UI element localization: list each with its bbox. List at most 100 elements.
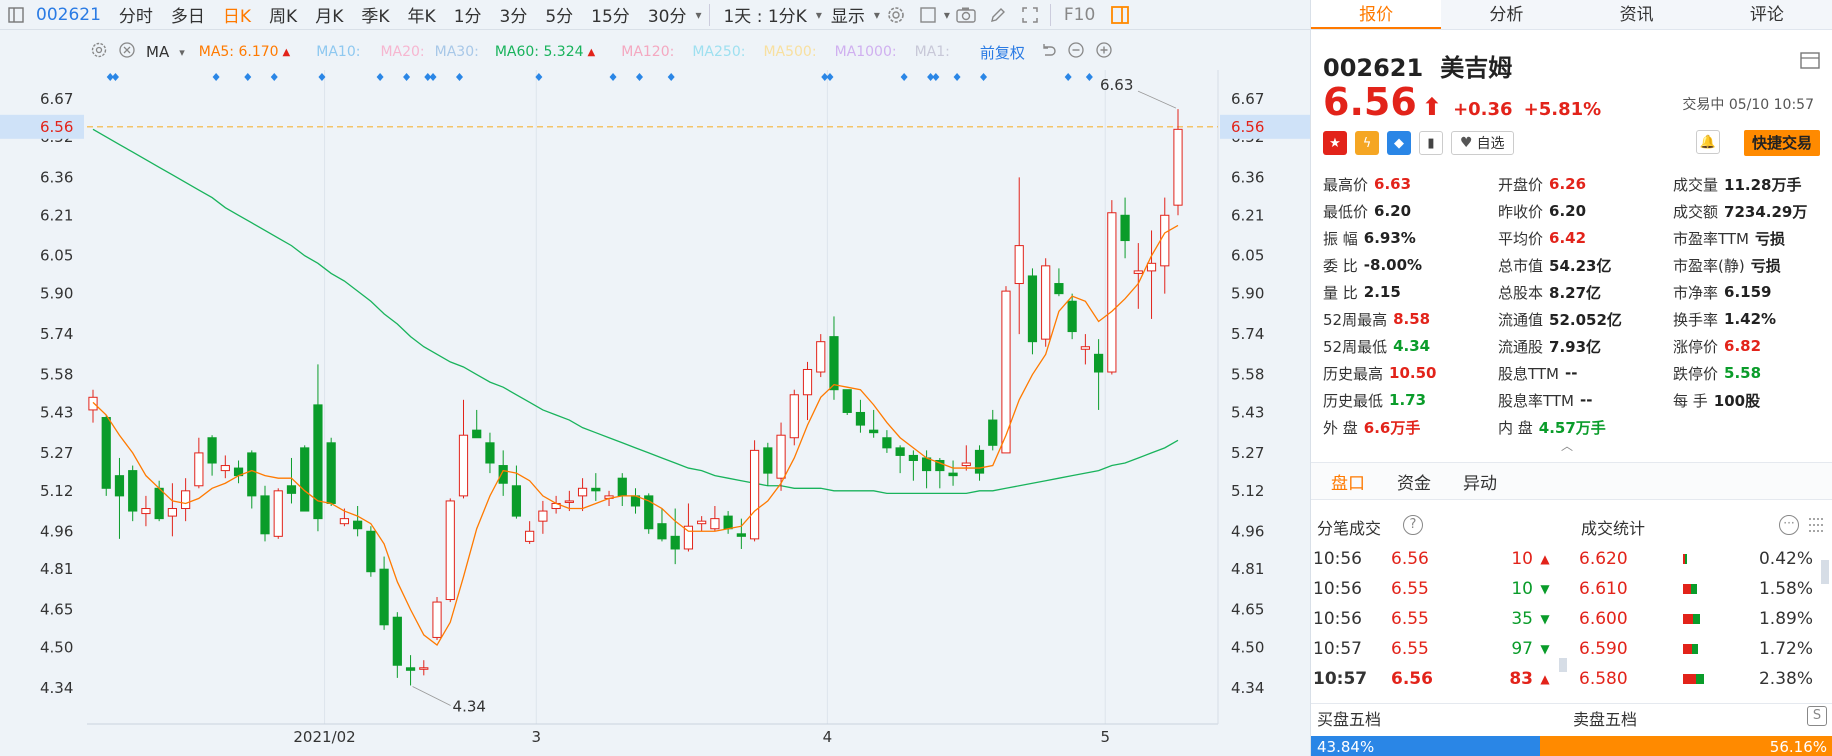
x-tick-label: 5	[1100, 728, 1110, 746]
volstat-price: 6.590	[1579, 639, 1628, 659]
china-flag-icon[interactable]: ★	[1323, 131, 1347, 155]
period-multiday[interactable]: 多日	[162, 2, 214, 27]
price-change-pct: +5.81%	[1523, 99, 1602, 120]
tick-price: 6.55	[1391, 639, 1429, 659]
stat-value: 6.26	[1549, 175, 1587, 193]
close-icon[interactable]	[118, 41, 136, 63]
y-tick-label-left: 6.21	[40, 206, 73, 224]
candle-body	[882, 437, 892, 449]
y-tick-label-right: 6.21	[1231, 206, 1264, 224]
zoom-in-icon[interactable]	[1095, 41, 1113, 63]
stat-label: 市净率	[1673, 283, 1719, 302]
tab-analysis[interactable]: 分析	[1441, 0, 1571, 29]
period-monthly[interactable]: 月K	[306, 2, 352, 27]
stat-value: 6.82	[1724, 337, 1762, 355]
chevron-up-icon[interactable]: ︿	[1561, 437, 1573, 454]
scrollbar[interactable]	[1821, 560, 1829, 584]
panel-toggle-icon[interactable]	[1107, 2, 1133, 28]
add-watchlist-button[interactable]: ♥ 自选	[1451, 131, 1514, 155]
stat-label: 平均价	[1498, 229, 1544, 248]
display-menu[interactable]: 显示	[822, 2, 874, 27]
bookmark-icon[interactable]: ▮	[1419, 131, 1443, 155]
fullscreen-icon[interactable]	[1017, 2, 1043, 28]
volstat-bar	[1683, 674, 1743, 684]
period-1min[interactable]: 1分	[445, 2, 491, 27]
camera-icon[interactable]	[953, 2, 979, 28]
period-30min[interactable]: 30分	[639, 2, 696, 27]
ma500-label: MA500:	[763, 44, 817, 60]
more-icon[interactable]: ···	[1779, 515, 1799, 535]
fast-trade-button[interactable]: 快捷交易	[1743, 130, 1820, 156]
tab-orderbook[interactable]: 盘口	[1331, 469, 1365, 494]
tag-icon[interactable]: ◆	[1387, 131, 1411, 155]
layout-square-icon[interactable]	[915, 2, 941, 28]
volstat-row: 6.610 1.58%	[1573, 574, 1823, 604]
period-15min[interactable]: 15分	[582, 2, 639, 27]
y-tick-label-right: 6.67	[1231, 90, 1264, 108]
period-weekly[interactable]: 周K	[260, 2, 306, 27]
period-3min[interactable]: 3分	[491, 2, 537, 27]
chevron-down-icon[interactable]: ▾	[695, 8, 701, 22]
candle-body	[498, 465, 508, 484]
adjust-select[interactable]: 前复权	[980, 42, 1025, 63]
candle-body	[855, 411, 866, 426]
layout-icon[interactable]	[1800, 52, 1820, 74]
tick-list: 10:56 6.56 10 ▲ 10:56 6.55 10 ▼ 10:56 6.55 35 ▼ 10:5…	[1311, 544, 1571, 694]
candle-body	[577, 487, 588, 497]
stat-value: 7.93亿	[1549, 337, 1602, 356]
pencil-icon[interactable]	[985, 2, 1011, 28]
list-icon[interactable]	[1807, 516, 1827, 538]
stat-value: 1.42%	[1724, 310, 1777, 328]
candle-body	[405, 667, 416, 671]
gear-icon[interactable]	[883, 2, 909, 28]
stat-item: 市盈率(静) 亏损	[1673, 253, 1832, 277]
stat-value: 54.23亿	[1549, 256, 1612, 275]
candle-body	[749, 449, 760, 540]
candle-body	[961, 462, 971, 467]
volstat-price: 6.580	[1579, 669, 1628, 689]
period-quarterly[interactable]: 季K	[352, 2, 398, 27]
stat-label: 市盈率(静)	[1673, 256, 1745, 275]
f10-button[interactable]: F10	[1055, 5, 1104, 25]
tab-quote[interactable]: 报价	[1311, 0, 1442, 29]
ma-indicator-select[interactable]: MA	[146, 43, 169, 61]
period-more-select[interactable]: 1天 : 1分K	[714, 2, 815, 27]
x-tick-label: 4	[823, 728, 833, 746]
candle-body	[1173, 128, 1183, 206]
ma20-label: MA20:	[380, 44, 425, 60]
current-price-label-right: 6.56	[1231, 118, 1264, 136]
tab-movements[interactable]: 异动	[1463, 469, 1497, 494]
candle-body	[1067, 300, 1077, 333]
y-tick-label-right: 5.27	[1231, 444, 1264, 462]
sidebar-toggle-icon[interactable]	[3, 2, 29, 28]
period-intraday[interactable]: 分时	[110, 2, 162, 27]
tab-funds[interactable]: 资金	[1397, 469, 1431, 494]
quote-panel: 报价 分析 资讯 评论 002621 美吉姆 6.56 ⬆ +0.36 +5.8…	[1310, 0, 1832, 756]
undo-icon[interactable]	[1039, 41, 1057, 63]
period-daily[interactable]: 日K	[214, 2, 260, 27]
period-5min[interactable]: 5分	[536, 2, 582, 27]
tab-news[interactable]: 资讯	[1572, 0, 1702, 29]
up-triangle-icon: ▲	[282, 46, 291, 58]
stat-item: 平均价 6.42	[1498, 226, 1673, 250]
tab-comments[interactable]: 评论	[1702, 0, 1832, 29]
candle-body	[353, 520, 363, 530]
zoom-out-icon[interactable]	[1067, 41, 1085, 63]
stat-value: -8.00%	[1363, 256, 1423, 274]
stock-code-link[interactable]: 002621	[32, 5, 110, 25]
candle-body	[736, 533, 746, 537]
chevron-down-icon[interactable]: ▾	[944, 8, 950, 22]
candle-body	[789, 394, 799, 439]
watch-label: 自选	[1476, 136, 1505, 152]
bell-icon[interactable]: 🔔	[1696, 130, 1720, 154]
scrollbar[interactable]	[1559, 658, 1567, 672]
collapse-icon[interactable]: S	[1807, 706, 1827, 726]
settings-icon[interactable]	[90, 41, 108, 63]
period-yearly[interactable]: 年K	[399, 2, 445, 27]
kline-chart[interactable]: 2021/023456.676.676.526.526.366.366.216.…	[0, 0, 1310, 756]
candle-body	[1133, 270, 1143, 274]
chevron-down-icon[interactable]: ▾	[179, 46, 185, 59]
lightning-icon[interactable]: ϟ	[1355, 131, 1379, 155]
chevron-down-icon[interactable]: ▾	[874, 8, 880, 22]
help-icon[interactable]: ?	[1403, 515, 1423, 535]
